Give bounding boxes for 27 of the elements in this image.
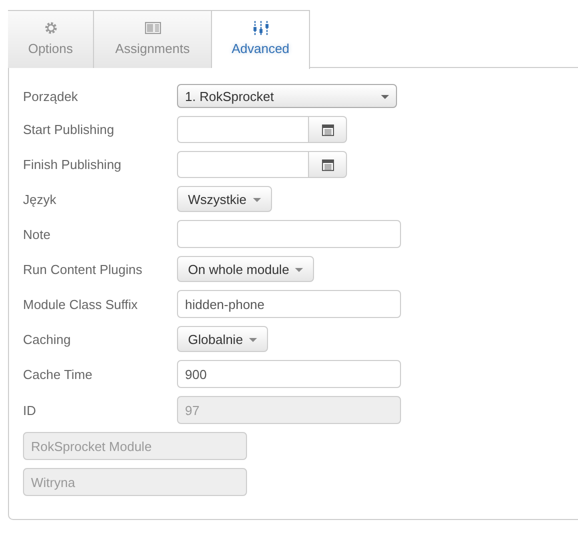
- text-field[interactable]: 900: [177, 360, 401, 388]
- dropdown-button[interactable]: Globalnie: [177, 326, 268, 352]
- layout-icon: [144, 22, 160, 34]
- calendar-button[interactable]: [309, 116, 347, 143]
- field-label: Finish Publishing: [23, 157, 122, 172]
- field-label: Start Publishing: [23, 122, 116, 137]
- gear-icon: [44, 21, 58, 35]
- field-label: Caching: [23, 332, 72, 346]
- calendar-button[interactable]: [309, 151, 347, 178]
- select-field[interactable]: 1. RokSprocket: [177, 84, 397, 108]
- field-label: Note: [23, 226, 52, 242]
- date-field[interactable]: [177, 151, 309, 178]
- field-label: Język: [23, 192, 58, 206]
- field-label: Cache Time: [23, 366, 94, 382]
- calendar-icon: [322, 158, 334, 170]
- text-field[interactable]: hidden-phone: [177, 290, 401, 318]
- tab[interactable]: Advanced: [212, 10, 310, 69]
- date-field[interactable]: [177, 116, 309, 143]
- text-field[interactable]: [177, 220, 401, 248]
- field-label: Run Content Plugins: [23, 262, 144, 276]
- dropdown-button[interactable]: On whole module: [177, 256, 314, 282]
- field-label: ID: [23, 402, 37, 418]
- field-label: Module Class Suffix: [23, 296, 139, 312]
- calendar-icon: [322, 124, 334, 136]
- sliders-icon: [252, 21, 268, 35]
- dropdown-button[interactable]: Wszystkie: [177, 186, 272, 212]
- field-label: Porządek: [23, 88, 79, 104]
